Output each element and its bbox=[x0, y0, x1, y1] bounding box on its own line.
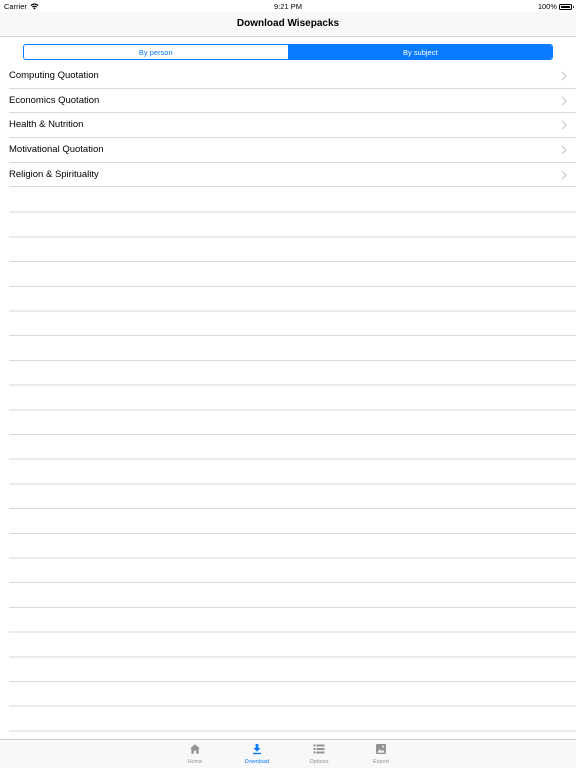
tab-download[interactable]: Download bbox=[237, 743, 277, 765]
list-item[interactable]: Computing Quotation bbox=[9, 64, 576, 89]
list-icon bbox=[313, 744, 325, 754]
tab-home-label: Home bbox=[187, 759, 203, 765]
navigation-bar: Download Wisepacks bbox=[0, 12, 576, 37]
chevron-right-icon bbox=[561, 71, 567, 81]
list-item-label: Motivational Quotation bbox=[9, 144, 104, 156]
chevron-right-icon bbox=[561, 96, 567, 106]
empty-table-rows bbox=[9, 188, 576, 736]
tab-export[interactable]: Export bbox=[361, 743, 401, 765]
download-icon bbox=[253, 744, 261, 755]
list-item-label: Economics Quotation bbox=[9, 94, 100, 106]
list-item[interactable]: Religion & Spirituality bbox=[9, 163, 576, 188]
tab-download-label: Download bbox=[244, 759, 270, 765]
status-bar: Carrier 9:21 PM 100% bbox=[0, 0, 576, 12]
battery-icon bbox=[559, 3, 574, 10]
segment-by-subject[interactable]: By subject bbox=[287, 45, 552, 59]
list-item[interactable]: Health & Nutrition bbox=[9, 113, 576, 139]
subject-list: Computing Quotation Economics Quotation … bbox=[0, 64, 576, 188]
list-item-label: Religion & Spirituality bbox=[9, 168, 99, 180]
chevron-right-icon bbox=[561, 145, 567, 155]
list-item[interactable]: Economics Quotation bbox=[9, 89, 576, 114]
chevron-right-icon bbox=[561, 120, 567, 130]
image-icon bbox=[376, 744, 386, 754]
battery-percent: 100% bbox=[537, 2, 557, 11]
status-time: 9:21 PM bbox=[274, 2, 302, 11]
segment-by-person[interactable]: By person bbox=[24, 45, 288, 59]
list-item-label: Health & Nutrition bbox=[9, 119, 84, 131]
status-right: 100% bbox=[537, 2, 574, 11]
page-title: Download Wisepacks bbox=[236, 18, 340, 29]
list-item-label: Computing Quotation bbox=[9, 70, 99, 81]
tab-home[interactable]: Home bbox=[175, 743, 215, 765]
tab-bar: Home Download Options Export bbox=[0, 739, 576, 768]
list-item[interactable]: Motivational Quotation bbox=[9, 138, 576, 163]
segmented-control: By person By subject bbox=[23, 44, 553, 60]
tab-options[interactable]: Options bbox=[299, 743, 339, 765]
home-icon bbox=[190, 744, 200, 754]
tab-export-label: Export bbox=[373, 759, 389, 765]
tab-options-label: Options bbox=[309, 759, 329, 765]
chevron-right-icon bbox=[561, 170, 567, 180]
